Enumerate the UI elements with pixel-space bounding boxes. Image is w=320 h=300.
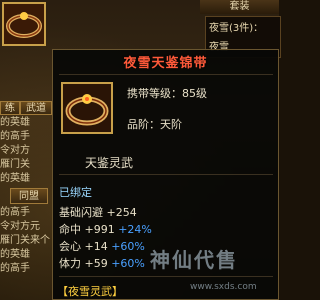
stat-bonus: +60% <box>111 240 145 253</box>
watermark-text: 神仙代售 <box>150 248 238 272</box>
tab-practice[interactable]: 练 <box>0 101 20 115</box>
chat-line: 的英雄 <box>0 249 30 260</box>
stat-label: 基础闪避 <box>59 206 103 219</box>
stat-bonus: +24% <box>118 223 152 236</box>
belt-icon <box>4 4 44 44</box>
chat-line: 雁门关 <box>0 159 30 170</box>
stat-row: 会心 +14 +60% <box>59 238 145 254</box>
stat-base: +59 <box>84 257 108 270</box>
skill-name: 天鉴灵武 <box>85 156 134 170</box>
chat-line: 的高手 <box>0 207 30 218</box>
chat-line: 的英雄 <box>0 117 30 128</box>
stat-row: 基础闪避 +254 <box>59 204 137 220</box>
chat-line: 令对方元 <box>0 221 40 232</box>
tooltip-item-icon <box>61 82 113 134</box>
chat-line: 的高手 <box>0 263 30 274</box>
stat-row: 命中 +991 +24% <box>59 221 152 237</box>
stat-base: +14 <box>84 240 108 253</box>
alliance-button[interactable]: 同盟 <box>10 188 48 204</box>
chat-line: 令对方 <box>0 145 30 156</box>
stat-label: 会心 <box>59 240 81 253</box>
stat-bonus: +60% <box>111 257 145 270</box>
stat-label: 体力 <box>59 257 81 270</box>
stat-label: 命中 <box>59 223 81 236</box>
chat-line: 雁门关来个 <box>0 235 50 246</box>
set-name: 【夜雪灵武】 <box>57 285 123 298</box>
divider <box>59 74 273 75</box>
item-grade: 品阶：天阶 <box>127 118 182 131</box>
stat-row: 体力 +59 +60% <box>59 255 145 271</box>
equipped-belt-slot[interactable] <box>2 2 46 46</box>
chat-line: 的高手 <box>0 131 30 142</box>
chat-line: 的英雄 <box>0 173 30 184</box>
carry-level: 携带等级：85级 <box>127 87 207 100</box>
bound-status: 已绑定 <box>59 186 92 199</box>
belt-icon <box>63 84 111 132</box>
divider <box>59 174 273 175</box>
tab-martial[interactable]: 武道 <box>20 101 52 115</box>
stat-base: +254 <box>106 206 137 219</box>
set-count-label: 夜雪(3件)： <box>209 23 264 34</box>
item-title: 夜雪天鉴锦带 <box>123 56 208 71</box>
set-tab[interactable]: 套装 <box>200 0 279 14</box>
stat-base: +991 <box>84 223 115 236</box>
watermark-url: www.sxds.com <box>190 282 257 292</box>
